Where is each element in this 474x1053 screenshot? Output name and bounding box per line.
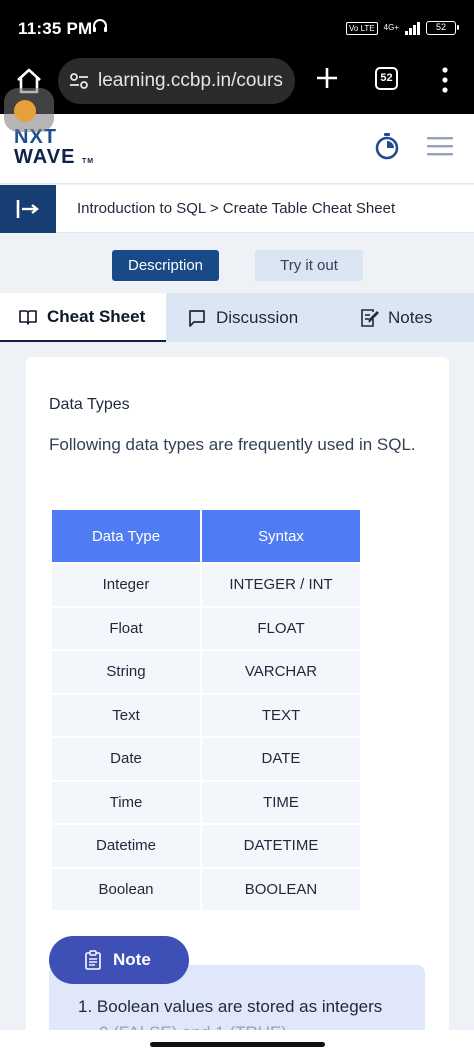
timer-icon[interactable] <box>374 132 400 160</box>
headset-icon <box>93 19 107 32</box>
network-type: 4G+ <box>383 23 399 32</box>
cell-type: String <box>52 651 200 693</box>
url-text[interactable]: learning.ccbp.in/cours <box>98 70 293 92</box>
cell-type: Integer <box>52 564 200 606</box>
description-button[interactable]: Description <box>112 250 219 281</box>
tab-discussion[interactable]: Discussion <box>187 293 298 342</box>
tab-label: Discussion <box>216 307 299 327</box>
cell-syntax: FLOAT <box>202 607 360 649</box>
note-label: Note <box>113 950 151 969</box>
tab-label: Cheat Sheet <box>47 306 146 326</box>
cell-type: Boolean <box>52 868 200 910</box>
cell-syntax: TIME <box>202 781 360 823</box>
volte-badge: Vo LTE <box>346 21 378 35</box>
header-syntax: Syntax <box>202 510 360 562</box>
status-indicators: Vo LTE 4G+ 52 <box>346 18 459 38</box>
logo-wave: WAVE <box>14 146 76 168</box>
battery-level: 52 <box>435 22 446 32</box>
site-settings-icon[interactable] <box>68 70 90 92</box>
cell-type: Time <box>52 781 200 823</box>
table-row: Text TEXT <box>52 694 360 736</box>
more-options-icon[interactable] <box>441 66 449 94</box>
breadcrumb-bar: Introduction to SQL > Create Table Cheat… <box>0 185 474 233</box>
cell-type: Text <box>52 694 200 736</box>
tab-cheat-sheet[interactable]: Cheat Sheet <box>0 293 166 342</box>
try-it-out-button[interactable]: Try it out <box>255 250 363 281</box>
header-data-type: Data Type <box>52 510 200 562</box>
cell-syntax: BOOLEAN <box>202 868 360 910</box>
tab-label: Notes <box>388 307 433 327</box>
cell-syntax: INTEGER / INT <box>202 564 360 606</box>
table-row: Date DATE <box>52 738 360 780</box>
content-tabs: Cheat Sheet Discussion Notes <box>0 293 474 342</box>
clipboard-icon <box>85 950 101 970</box>
cell-syntax: VARCHAR <box>202 651 360 693</box>
logo-tm: TM <box>81 158 95 165</box>
table-row: Float FLOAT <box>52 607 360 649</box>
tab-switcher-button[interactable]: 52 <box>375 67 398 90</box>
cell-syntax: DATE <box>202 738 360 780</box>
table-row: Integer INTEGER / INT <box>52 564 360 606</box>
table-header-row: Data Type Syntax <box>52 510 360 562</box>
hamburger-menu-icon[interactable] <box>427 136 453 156</box>
battery-icon: 52 <box>426 21 459 35</box>
signal-icon <box>405 21 420 35</box>
cell-syntax: TEXT <box>202 694 360 736</box>
accessibility-icon[interactable] <box>14 100 36 122</box>
data-types-table: Data Type Syntax Integer INTEGER / INT Fl… <box>50 508 362 912</box>
sidebar-toggle-button[interactable] <box>0 185 56 233</box>
note-item: 1. Boolean values are stored as integers <box>78 997 383 1016</box>
breadcrumb[interactable]: Introduction to SQL > Create Table Cheat… <box>77 200 395 217</box>
table-row: String VARCHAR <box>52 651 360 693</box>
logo-line2: WAVE TM <box>14 147 94 172</box>
browser-toolbar: learning.ccbp.in/cours 52 <box>0 58 474 114</box>
cheat-sheet-card: Data Types Following data types are freq… <box>26 357 449 1053</box>
home-indicator[interactable] <box>150 1042 325 1047</box>
cell-type: Date <box>52 738 200 780</box>
status-bar: 11:35 PM Vo LTE 4G+ 52 <box>0 0 474 58</box>
nxtwave-logo[interactable]: NXT WAVE TM <box>14 127 94 172</box>
cell-type: Float <box>52 607 200 649</box>
note-badge: Note <box>49 936 189 984</box>
address-bar[interactable]: learning.ccbp.in/cours <box>58 58 295 104</box>
new-tab-icon[interactable] <box>314 65 340 91</box>
section-title: Data Types <box>49 396 130 413</box>
cell-type: Datetime <box>52 825 200 867</box>
cell-syntax: DATETIME <box>202 825 360 867</box>
book-icon <box>19 309 37 325</box>
table-row: Time TIME <box>52 781 360 823</box>
tab-notes[interactable]: Notes <box>359 293 432 342</box>
status-time: 11:35 PM <box>18 19 93 38</box>
table-row: Boolean BOOLEAN <box>52 868 360 910</box>
app-header: NXT WAVE TM <box>0 114 474 184</box>
expand-sidebar-icon <box>16 200 39 218</box>
intro-text: Following data types are frequently used… <box>49 435 416 454</box>
table-row: Datetime DATETIME <box>52 825 360 867</box>
chat-icon <box>189 309 205 327</box>
notes-icon <box>361 308 379 327</box>
